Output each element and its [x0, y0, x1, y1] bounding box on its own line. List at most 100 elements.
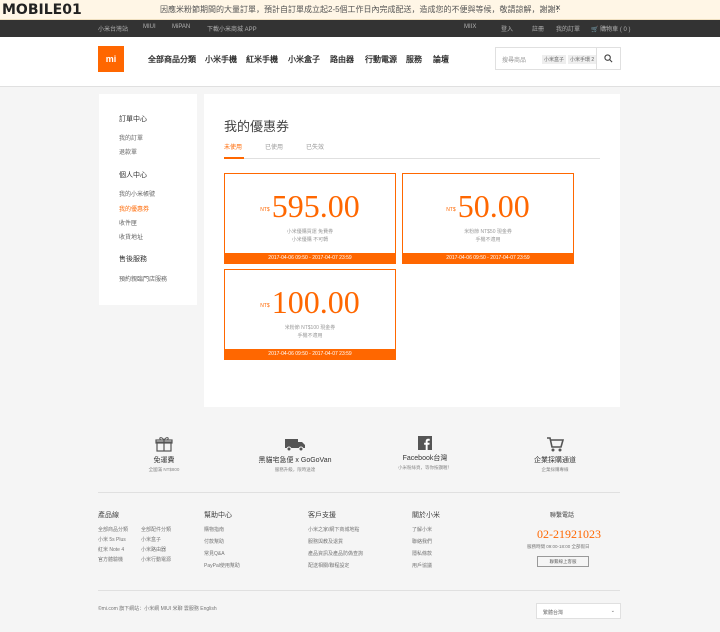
footer-link[interactable]: 配送相關/聯程設定: [308, 562, 349, 569]
nav-forum[interactable]: 論壇: [433, 54, 449, 65]
coupon-amount: NT$595.00: [225, 188, 395, 225]
coupon-desc: 米粉節 NT$100 現金券: [284, 325, 336, 331]
service-facebook[interactable]: Facebook台灣 小米粉絲頁，等你按讚喔！: [365, 436, 485, 471]
footer-col-title: 幫助中心: [204, 512, 232, 519]
coupon-desc: 米粉節 NT$50 現金券: [464, 229, 512, 235]
search-icon: [604, 54, 613, 63]
sidebar-item-my-orders[interactable]: 我的訂單: [119, 133, 143, 142]
footer-link[interactable]: 小米盒子: [141, 536, 161, 543]
coupon-validity: 2017-04-06 09:50 - 2017-04-07 23:59: [403, 253, 573, 263]
nav-service[interactable]: 服務: [406, 54, 422, 65]
topbar-link-miui[interactable]: MIUI: [143, 24, 156, 30]
topbar-link-miix[interactable]: MIIX: [464, 24, 476, 30]
shopping-cart-icon: [547, 437, 564, 452]
close-icon[interactable]: ×: [555, 3, 561, 14]
search-button[interactable]: [596, 48, 620, 69]
topbar-link-mipan[interactable]: MiPAN: [172, 24, 190, 30]
notice-bar: MOBILE01 因應米粉節期間的大量訂單，預計自訂單成立起2-5個工作日內完成…: [0, 0, 720, 20]
search-input[interactable]: 搜尋商品: [502, 55, 526, 64]
nav-mi-box[interactable]: 小米盒子: [288, 54, 320, 65]
tab-used[interactable]: 已使用: [265, 142, 283, 151]
topbar-link-app[interactable]: 下載小米商城 APP: [207, 24, 257, 33]
hotline-block: 聯繫電話 02-21921023 服務時間 09:00-18:00 全部假日 聯…: [527, 510, 627, 567]
region-select-value: 繁體台灣: [543, 610, 564, 616]
coupon-amount: NT$100.00: [225, 284, 395, 321]
footer-link[interactable]: 購物指南: [204, 526, 224, 533]
top-bar: 小米台灣站 MIUI MiPAN 下載小米商城 APP MIIX 登入 註冊 我…: [0, 20, 720, 37]
mi-logo[interactable]: mi: [98, 46, 124, 72]
hotline-title: 聯繫電話: [550, 513, 575, 519]
footer-link[interactable]: 付款幫助: [204, 538, 224, 545]
gift-icon: [155, 437, 173, 452]
search-box[interactable]: 搜尋商品 小米盒子 小米手環 2: [495, 47, 621, 70]
chevron-down-icon: ⌄: [610, 608, 615, 614]
search-chip[interactable]: 小米手環 2: [568, 55, 597, 64]
page-title: 我的優惠券: [224, 119, 290, 134]
coupon-card[interactable]: NT$595.00 小米優購買運 免費券 小米優購 不可轉 2017-04-06…: [224, 173, 396, 264]
topbar-orders-link[interactable]: 我的訂單: [556, 24, 580, 33]
coupon-amount: NT$50.00: [403, 188, 573, 225]
nav-router[interactable]: 路由器: [330, 54, 354, 65]
nav-mi-phone[interactable]: 小米手機: [205, 54, 237, 65]
nav-all-categories[interactable]: 全部商品分類: [148, 54, 196, 65]
cart-link[interactable]: 🛒 購物車 ( 0 ): [591, 24, 631, 33]
search-chip[interactable]: 小米盒子: [542, 55, 567, 64]
sidebar-item-inbox[interactable]: 收件匣: [119, 218, 137, 227]
footer-link[interactable]: 小米 5s Plus: [98, 536, 126, 543]
footer-link[interactable]: 小米行動電源: [141, 556, 171, 563]
sidebar-item-address[interactable]: 收貨地址: [119, 232, 143, 241]
footer-link[interactable]: 紅米 Note 4: [98, 546, 124, 553]
footer-link[interactable]: 產品資訊及產品防偽查詢: [308, 550, 363, 557]
nav-power-bank[interactable]: 行動電源: [365, 54, 397, 65]
coupons-panel: 我的優惠券 未使用 已使用 已失效 NT$595.00 小米優購買運 免費券 小…: [204, 94, 620, 407]
footer-link[interactable]: 常見Q&A: [204, 550, 225, 557]
truck-icon: [285, 439, 305, 452]
hotline-number: 02-21921023: [537, 527, 601, 541]
tab-expired[interactable]: 已失效: [306, 142, 324, 151]
coupon-currency: NT$: [260, 206, 270, 213]
service-enterprise[interactable]: 企業採購通道 企業採購專線: [495, 436, 615, 473]
sidebar-item-account[interactable]: 我的小米帳號: [119, 189, 155, 198]
footer-link[interactable]: 小米路由器: [141, 546, 166, 553]
copyright-text: ©mi.com 旗下網站：小米網 MIUI 米聊 雲服務 English: [98, 606, 217, 612]
coupon-card[interactable]: NT$100.00 米粉節 NT$100 現金券 手機不適用 2017-04-0…: [224, 269, 396, 360]
topbar-register-link[interactable]: 註冊: [532, 24, 544, 33]
sidebar-item-store-booking[interactable]: 預約親臨門店服務: [119, 274, 167, 283]
service-sub: 全國滿 NT$800: [148, 467, 180, 472]
footer-link[interactable]: PayPal使用幫助: [204, 562, 240, 569]
footer-col-products: 產品線 全部商品分類 小米 5s Plus 紅米 Note 4 官方體驗機 全部…: [98, 510, 171, 563]
online-support-button[interactable]: 聯繫線上客服: [537, 556, 589, 567]
footer-link[interactable]: 服務與教及退貨: [308, 538, 343, 545]
service-title: 免運費: [153, 457, 175, 464]
footer-link[interactable]: 全部商品分類: [98, 526, 128, 533]
coupon-value: 50.00: [457, 188, 530, 224]
coupon-card[interactable]: NT$50.00 米粉節 NT$50 現金券 手機不適用 2017-04-06 …: [402, 173, 574, 264]
footer-link[interactable]: 聯絡我們: [412, 538, 432, 545]
footer-link[interactable]: 小米之家/網下商城地點: [308, 526, 359, 533]
service-delivery[interactable]: 黑貓宅急便 x GoGoVan 服務升級，限時送達: [235, 436, 355, 473]
tab-unused[interactable]: 未使用: [224, 142, 242, 151]
site-header: mi 全部商品分類 小米手機 紅米手機 小米盒子 路由器 行動電源 服務 論壇 …: [0, 37, 720, 87]
hotline-hours: 服務時間 09:00-18:00 全部假日: [527, 544, 590, 549]
topbar-link-site[interactable]: 小米台灣站: [98, 24, 128, 33]
coupon-validity: 2017-04-06 09:50 - 2017-04-07 23:59: [225, 349, 395, 359]
footer-col-support: 客戶支援 小米之家/網下商城地點 服務與教及退貨 產品資訊及產品防偽查詢 配送相…: [308, 510, 363, 569]
service-title: 企業採購通道: [534, 457, 576, 464]
service-free-shipping[interactable]: 免運費 全國滿 NT$800: [104, 436, 224, 473]
sidebar-heading-orders: 訂單中心: [119, 116, 147, 123]
footer-link[interactable]: 隱私條款: [412, 550, 432, 557]
service-sub: 企業採購專線: [541, 467, 569, 472]
footer-link[interactable]: 了解小米: [412, 526, 432, 533]
tab-divider: [224, 158, 600, 159]
coupon-validity: 2017-04-06 09:50 - 2017-04-07 23:59: [225, 253, 395, 263]
nav-redmi-phone[interactable]: 紅米手機: [246, 54, 278, 65]
footer-link[interactable]: 官方體驗機: [98, 556, 123, 563]
topbar-login-link[interactable]: 登入: [501, 24, 513, 33]
sidebar-item-refunds[interactable]: 退款單: [119, 147, 137, 156]
footer-col-title: 產品線: [98, 512, 119, 519]
footer-link[interactable]: 用戶協議: [412, 562, 432, 569]
region-select[interactable]: 繁體台灣 ⌄: [536, 603, 621, 619]
sidebar-item-coupons[interactable]: 我的優惠券: [119, 204, 149, 213]
footer-col-title: 客戶支援: [308, 512, 336, 519]
footer-link[interactable]: 全部配件分類: [141, 526, 171, 533]
